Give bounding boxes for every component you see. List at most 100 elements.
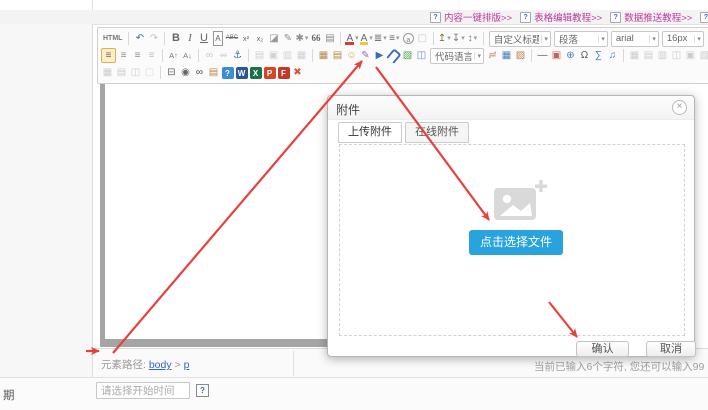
delete-table-button[interactable]: ▤ bbox=[642, 48, 655, 63]
cancel-button[interactable]: 取消 bbox=[646, 341, 696, 357]
highlight-color-button[interactable]: A▾ bbox=[360, 31, 373, 46]
subscript-button[interactable]: x₂ bbox=[253, 31, 266, 46]
preview-button[interactable]: ◉ bbox=[179, 65, 192, 80]
indent-button[interactable]: ↥▾ bbox=[438, 31, 451, 46]
tab-upload-attachment[interactable]: 上传附件 bbox=[338, 122, 402, 143]
img-align-right-button[interactable]: ▥ bbox=[281, 48, 294, 63]
img-align-left-button[interactable]: ▤ bbox=[253, 48, 266, 63]
case-upper-button[interactable]: A↑ bbox=[167, 48, 180, 63]
circle-list-button[interactable]: a bbox=[402, 31, 415, 46]
underline-button[interactable]: U bbox=[197, 31, 210, 46]
table-op3-button[interactable]: ◫ bbox=[129, 65, 142, 80]
chevron-down-icon: ▾ bbox=[474, 31, 478, 46]
superscript-button[interactable]: x² bbox=[239, 31, 252, 46]
word-import-button[interactable]: W bbox=[235, 65, 248, 80]
font-family-select[interactable]: arial▾ bbox=[611, 31, 659, 47]
font-size-select[interactable]: 16px▾ bbox=[662, 31, 704, 47]
question-icon: ? bbox=[520, 12, 531, 23]
date-button[interactable]: ▣ bbox=[550, 48, 563, 63]
border-text-button[interactable]: A bbox=[211, 31, 224, 46]
paragraph-select[interactable]: 段落▾ bbox=[554, 31, 608, 47]
path-link-body[interactable]: body bbox=[149, 359, 172, 371]
redo-button[interactable]: ↷ bbox=[147, 31, 160, 46]
ppt-import-button[interactable]: P bbox=[263, 65, 276, 80]
bold-button[interactable]: B bbox=[169, 31, 182, 46]
align-left-button[interactable]: ≡ bbox=[101, 48, 116, 63]
template-button[interactable]: ▨ bbox=[514, 48, 527, 63]
confirm-button[interactable]: 确认 bbox=[576, 341, 629, 357]
dialog-header[interactable]: 附件 × bbox=[328, 96, 694, 120]
img-align-center-button[interactable]: ▣ bbox=[267, 48, 280, 63]
align-justify-button[interactable]: ≡ bbox=[145, 48, 158, 63]
code-language-select[interactable]: 代码语言▾ bbox=[430, 48, 484, 64]
toolbar-row-3: ▦▤◫▢⊟◉∞▤?WXPF✖ bbox=[101, 64, 706, 81]
strikethrough-button[interactable]: ABC bbox=[225, 31, 238, 46]
upload-drop-area[interactable]: 点击选择文件 bbox=[339, 144, 685, 336]
unordered-list-button[interactable]: ≡▾ bbox=[388, 31, 401, 46]
remove-format-button[interactable]: ◪ bbox=[267, 31, 280, 46]
table-op1-button[interactable]: ▦ bbox=[101, 65, 114, 80]
merge-cells-button[interactable]: ▣ bbox=[684, 48, 697, 63]
undo-button[interactable]: ↶ bbox=[133, 31, 146, 46]
insert-video-button[interactable]: ▶ bbox=[373, 48, 386, 63]
italic-button[interactable]: I bbox=[183, 31, 196, 46]
tutorial-link[interactable]: ?数据推送教程>> bbox=[610, 10, 692, 24]
table-op4-button[interactable]: ▢ bbox=[143, 65, 156, 80]
ordered-list-button[interactable]: ≣▾ bbox=[374, 31, 387, 46]
blockquote-button[interactable]: 66 bbox=[309, 31, 322, 46]
blank-doc-button[interactable]: ▢ bbox=[416, 31, 429, 46]
insert-map-button[interactable]: ▧ bbox=[401, 48, 414, 63]
attachment-button[interactable] bbox=[387, 48, 400, 63]
chart-button[interactable]: ▦ bbox=[500, 48, 513, 63]
insert-col-button[interactable]: ◫ bbox=[670, 48, 683, 63]
insert-image-button[interactable]: ▦ bbox=[317, 48, 330, 63]
tab-online-attachment[interactable]: 在线附件 bbox=[405, 122, 469, 143]
source-button[interactable]: HTML bbox=[101, 31, 124, 46]
para-spacing-button[interactable]: ↧▾ bbox=[452, 31, 465, 46]
pdf-import-button[interactable]: F bbox=[277, 65, 290, 80]
insert-row-button[interactable]: ▥ bbox=[656, 48, 669, 63]
split-cell-button[interactable]: ▧ bbox=[698, 48, 708, 63]
time-button[interactable]: ⊕ bbox=[564, 48, 577, 63]
format-doc-button[interactable]: ▤ bbox=[323, 31, 336, 46]
unlink-button[interactable]: ∞ bbox=[217, 48, 230, 63]
paste-button[interactable]: ▤ bbox=[207, 65, 220, 80]
auto-typeset-button[interactable]: ✱▾ bbox=[295, 31, 308, 46]
question-icon: ? bbox=[430, 12, 441, 23]
special-char-button[interactable]: Ω bbox=[578, 48, 591, 63]
insert-code-button[interactable]: ≓ bbox=[486, 48, 499, 63]
kityformula-button[interactable]: ✖ bbox=[291, 65, 304, 80]
score-button[interactable]: ♫ bbox=[606, 48, 619, 63]
path-link-p[interactable]: p bbox=[184, 359, 190, 371]
custom-title-select[interactable]: 自定义标题▾ bbox=[489, 31, 551, 47]
format-painter-button[interactable]: ✎ bbox=[281, 31, 294, 46]
print-button[interactable]: ⊟ bbox=[165, 65, 178, 80]
close-icon[interactable]: × bbox=[672, 100, 687, 115]
horizontal-rule-button[interactable]: — bbox=[536, 48, 549, 63]
select-file-button[interactable]: 点击选择文件 bbox=[469, 230, 563, 255]
baidu-map-button[interactable]: ◫ bbox=[415, 48, 428, 63]
anchor-button[interactable]: ⚓ bbox=[231, 48, 244, 63]
tutorial-link[interactable]: ?表格编辑教程>> bbox=[520, 10, 602, 24]
insert-table-button[interactable]: ▦ bbox=[628, 48, 641, 63]
table-op2-button[interactable]: ▤ bbox=[115, 65, 128, 80]
scrawl-button[interactable]: ✎ bbox=[359, 48, 372, 63]
start-time-input[interactable] bbox=[96, 382, 190, 399]
help-icon[interactable]: ? bbox=[196, 384, 209, 397]
chevron-down-icon: ▾ bbox=[355, 31, 359, 46]
search-replace-button[interactable]: ∞ bbox=[193, 65, 206, 80]
link-button[interactable]: ∞ bbox=[203, 48, 216, 63]
tutorial-link[interactable]: ?编辑 bbox=[700, 10, 708, 24]
align-center-button[interactable]: ≡ bbox=[117, 48, 130, 63]
align-right-button[interactable]: ≡ bbox=[131, 48, 144, 63]
snapscreen-button[interactable]: ▤ bbox=[331, 48, 344, 63]
help-button[interactable]: ? bbox=[221, 65, 234, 80]
case-lower-button[interactable]: A↓ bbox=[181, 48, 194, 63]
font-color-button[interactable]: A▾ bbox=[345, 31, 358, 46]
excel-import-button[interactable]: X bbox=[249, 65, 262, 80]
formula-button[interactable]: ∑ bbox=[592, 48, 605, 63]
emotion-button[interactable]: ☺ bbox=[345, 48, 358, 63]
img-align-none-button[interactable]: ▦ bbox=[295, 48, 308, 63]
line-height-button[interactable]: ↕▾ bbox=[466, 31, 479, 46]
tutorial-link[interactable]: ?内容一键排版>> bbox=[430, 10, 512, 24]
